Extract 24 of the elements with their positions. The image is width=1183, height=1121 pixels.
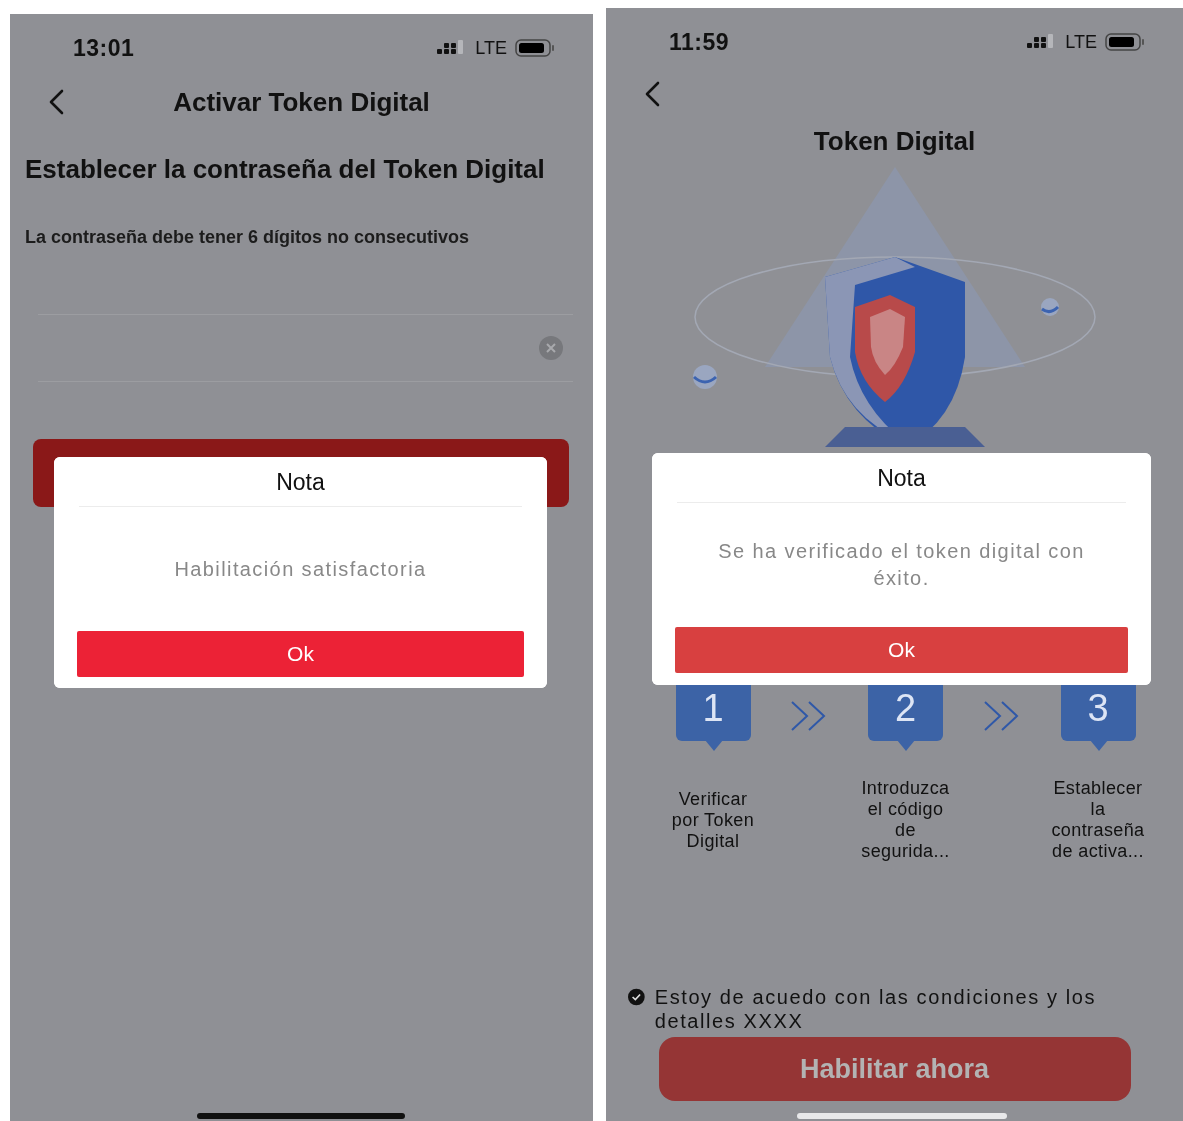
- page-title: Activar Token Digital: [173, 86, 430, 118]
- network-label: LTE: [475, 37, 507, 59]
- back-icon[interactable]: [48, 89, 64, 115]
- dialog-message: Habilitación satisfactoria: [173, 556, 428, 582]
- step-label: Establecer la contraseña de activa...: [1050, 777, 1146, 863]
- back-icon[interactable]: [644, 81, 660, 107]
- step-label: Introduzca el código de segurida...: [860, 777, 951, 863]
- page-title: Token Digital: [812, 126, 977, 157]
- network-label: LTE: [1065, 31, 1097, 53]
- status-time: 13:01: [73, 34, 135, 62]
- ok-button[interactable]: Ok: [77, 631, 524, 677]
- password-hint: La contraseña debe tener 6 dígitos no consecutivos: [25, 227, 471, 248]
- enable-now-button[interactable]: Habilitar ahora: [658, 1037, 1131, 1101]
- step-label: Verificar por Token Digital: [670, 787, 756, 853]
- agreement-text: Estoy de acuedo con las condiciones y los detalles XXXX: [654, 985, 1098, 1033]
- section-heading: Establecer la contraseña del Token Digital: [25, 154, 546, 185]
- dialog-message: Se ha verificado el token digital con éxito.: [717, 539, 1086, 591]
- ok-button[interactable]: Ok: [675, 627, 1128, 673]
- battery-icon: [1105, 33, 1145, 51]
- status-time: 11:59: [669, 28, 730, 56]
- check-circle-icon[interactable]: [628, 987, 645, 1007]
- battery-icon: [515, 39, 555, 57]
- dialog-title: Nota: [877, 464, 926, 493]
- dialog-title: Nota: [276, 468, 325, 497]
